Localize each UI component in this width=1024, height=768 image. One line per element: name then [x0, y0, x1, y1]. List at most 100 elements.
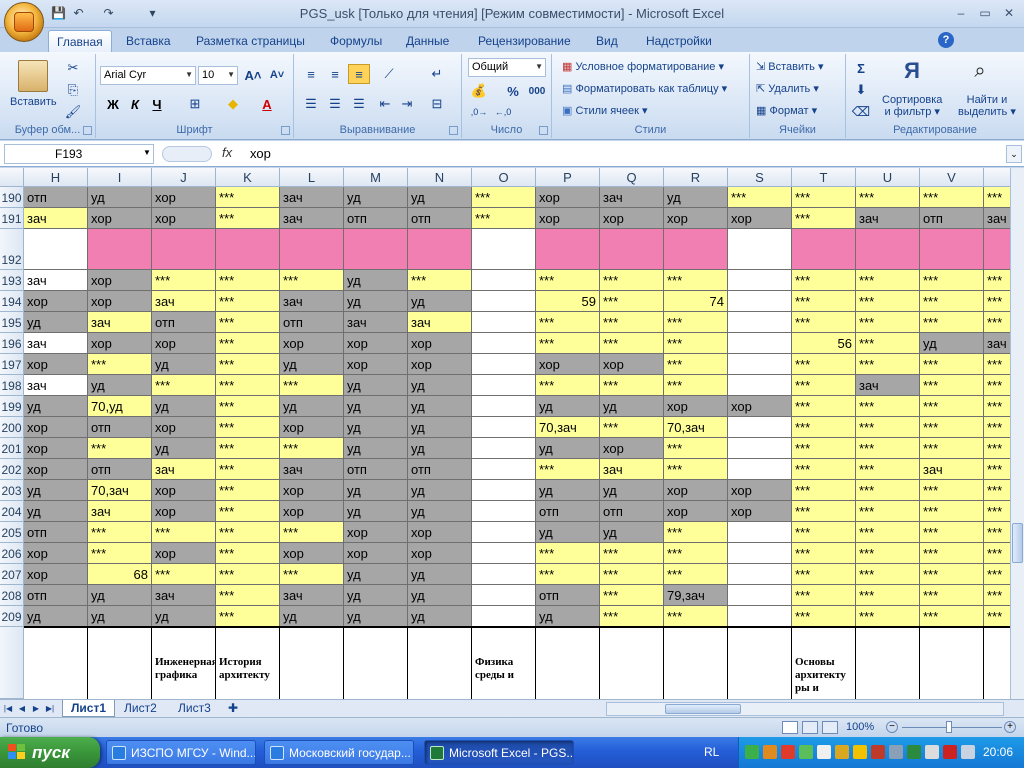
cell[interactable]: зач: [24, 270, 88, 291]
cell[interactable]: зач: [408, 312, 472, 333]
cell[interactable]: хор: [280, 501, 344, 522]
cell[interactable]: ***: [216, 606, 280, 627]
tray-icon[interactable]: [943, 745, 957, 759]
cell[interactable]: зач: [152, 585, 216, 606]
row-header[interactable]: 196: [0, 333, 24, 354]
wrap-text-icon[interactable]: ↵: [426, 64, 448, 84]
column-header-v[interactable]: V: [920, 168, 984, 187]
cell[interactable]: уд: [536, 438, 600, 459]
insert-sheet-icon[interactable]: ✚: [224, 700, 250, 717]
column-header-o[interactable]: O: [472, 168, 536, 187]
row-header[interactable]: 207: [0, 564, 24, 585]
cell[interactable]: ***: [920, 270, 984, 291]
cell[interactable]: ***: [664, 312, 728, 333]
subject-header-cell[interactable]: [280, 628, 344, 699]
find-select-button[interactable]: Найти и выделить ▾: [958, 94, 1016, 118]
vertical-scrollbar[interactable]: [1010, 168, 1024, 699]
cell[interactable]: уд: [88, 606, 152, 627]
cell[interactable]: зач: [920, 459, 984, 480]
cell[interactable]: ***: [792, 354, 856, 375]
currency-icon[interactable]: 💰: [468, 81, 490, 101]
cell[interactable]: ***: [600, 291, 664, 312]
cell[interactable]: ***: [856, 438, 920, 459]
sheet-tab-2[interactable]: Лист2: [116, 700, 165, 717]
name-box[interactable]: F193: [4, 144, 154, 164]
cell[interactable]: ***: [600, 375, 664, 396]
cell[interactable]: 56: [792, 333, 856, 354]
cell[interactable]: зач: [88, 312, 152, 333]
cell[interactable]: ***: [216, 438, 280, 459]
fill-icon[interactable]: ⬇: [850, 80, 872, 100]
cell[interactable]: ***: [792, 438, 856, 459]
cell[interactable]: ***: [984, 585, 1010, 606]
zoom-slider-track[interactable]: [902, 727, 1002, 728]
cell[interactable]: [472, 522, 536, 543]
cell[interactable]: [344, 229, 408, 270]
cell[interactable]: уд: [344, 606, 408, 627]
cell[interactable]: ***: [856, 606, 920, 627]
cell[interactable]: хор: [344, 354, 408, 375]
align-center-icon[interactable]: ☰: [324, 94, 346, 114]
cell[interactable]: [408, 229, 472, 270]
cell[interactable]: ***: [216, 375, 280, 396]
cell[interactable]: [728, 417, 792, 438]
tray-icon[interactable]: [835, 745, 849, 759]
cell[interactable]: зач: [24, 333, 88, 354]
cell[interactable]: отп: [408, 208, 472, 229]
subject-header-cell[interactable]: [920, 628, 984, 699]
cell[interactable]: зач: [88, 501, 152, 522]
cell[interactable]: ***: [984, 564, 1010, 585]
column-header-r[interactable]: R: [664, 168, 728, 187]
cell[interactable]: хор: [24, 354, 88, 375]
cell[interactable]: хор: [88, 333, 152, 354]
cell[interactable]: зач: [280, 187, 344, 208]
cell[interactable]: [728, 438, 792, 459]
zoom-level[interactable]: 100%: [846, 721, 874, 733]
cell[interactable]: [472, 312, 536, 333]
cell[interactable]: ***: [280, 438, 344, 459]
taskbar-item-ie-1[interactable]: ИЗСПО МГСУ - Wind...: [106, 740, 256, 765]
cell[interactable]: [728, 459, 792, 480]
cell[interactable]: уд: [24, 396, 88, 417]
cell[interactable]: хор: [664, 208, 728, 229]
column-header-p[interactable]: P: [536, 168, 600, 187]
align-bottom-icon[interactable]: ≡: [348, 64, 370, 84]
cell[interactable]: [472, 459, 536, 480]
cell[interactable]: хор: [600, 354, 664, 375]
cell[interactable]: [472, 270, 536, 291]
subject-header-cell[interactable]: Инженерная графика: [152, 628, 216, 699]
cell[interactable]: ***: [88, 522, 152, 543]
cell[interactable]: уд: [408, 606, 472, 627]
cell[interactable]: уд: [536, 522, 600, 543]
subject-header-cell[interactable]: [408, 628, 472, 699]
tray-icon[interactable]: [781, 745, 795, 759]
tray-icon[interactable]: [871, 745, 885, 759]
minimize-button[interactable]: –: [950, 4, 972, 22]
cell[interactable]: ***: [664, 459, 728, 480]
cell[interactable]: зач: [856, 208, 920, 229]
cell[interactable]: ***: [792, 270, 856, 291]
cell[interactable]: отп: [344, 208, 408, 229]
cell[interactable]: ***: [856, 270, 920, 291]
italic-button[interactable]: К: [124, 94, 146, 114]
row-header[interactable]: 192: [0, 229, 24, 270]
cell[interactable]: уд: [152, 438, 216, 459]
cell[interactable]: ***: [536, 543, 600, 564]
last-sheet-icon[interactable]: ▶|: [44, 702, 56, 715]
tab-page-layout[interactable]: Разметка страницы: [188, 30, 313, 52]
cell[interactable]: [472, 606, 536, 627]
cell[interactable]: хор: [344, 543, 408, 564]
cell[interactable]: зач: [280, 208, 344, 229]
horizontal-scroll-thumb[interactable]: [665, 704, 741, 714]
subject-header-cell[interactable]: Основы архитекту ры и: [792, 628, 856, 699]
cell[interactable]: 79,зач: [664, 585, 728, 606]
maximize-button[interactable]: ▭: [974, 4, 996, 22]
cell[interactable]: [792, 229, 856, 270]
cell[interactable]: уд: [344, 501, 408, 522]
sheet-tab-1[interactable]: Лист1: [62, 700, 116, 717]
cell[interactable]: ***: [792, 187, 856, 208]
cell[interactable]: ***: [216, 208, 280, 229]
tray-icon[interactable]: [889, 745, 903, 759]
cell[interactable]: ***: [152, 270, 216, 291]
row-header[interactable]: 194: [0, 291, 24, 312]
